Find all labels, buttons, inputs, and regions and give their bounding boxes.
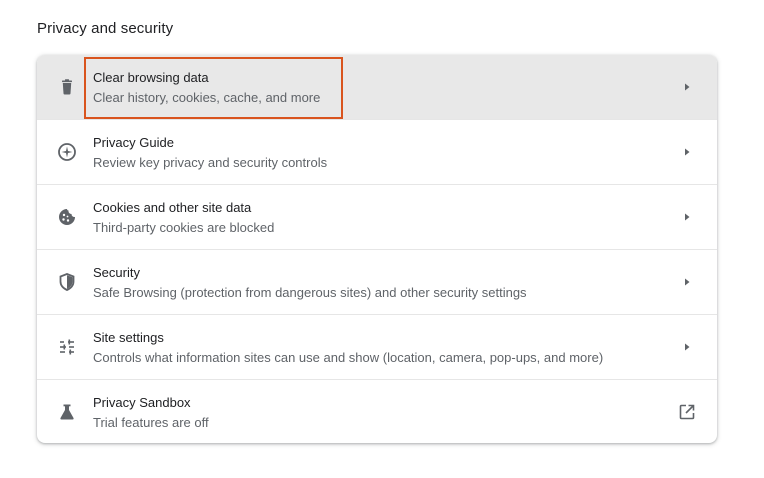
- row-sublabel: Review key privacy and security controls: [93, 155, 328, 170]
- chevron-right-icon: [681, 211, 693, 223]
- compass-icon: [57, 142, 77, 162]
- flask-icon: [57, 402, 77, 422]
- row-privacy-sandbox[interactable]: Privacy Sandbox Trial features are off: [37, 379, 717, 443]
- row-sublabel: Trial features are off: [93, 415, 209, 430]
- row-sublabel: Controls what information sites can use …: [93, 350, 604, 365]
- row-cookies[interactable]: Cookies and other site data Third-party …: [37, 184, 717, 249]
- row-security[interactable]: Security Safe Browsing (protection from …: [37, 249, 717, 314]
- row-label: Cookies and other site data: [93, 200, 252, 215]
- section-title: Privacy and security: [37, 20, 174, 37]
- sliders-icon: [57, 337, 77, 357]
- row-label: Clear browsing data: [93, 70, 209, 85]
- row-sublabel: Third-party cookies are blocked: [93, 220, 275, 235]
- row-label: Security: [93, 265, 140, 280]
- chevron-right-icon: [681, 341, 693, 353]
- shield-icon: [57, 272, 77, 292]
- external-link-icon[interactable]: [678, 403, 696, 421]
- row-label: Privacy Sandbox: [93, 395, 191, 410]
- chevron-right-icon: [681, 81, 693, 93]
- row-privacy-guide[interactable]: Privacy Guide Review key privacy and sec…: [37, 119, 717, 184]
- row-sublabel: Clear history, cookies, cache, and more: [93, 90, 321, 105]
- cookie-icon: [57, 207, 77, 227]
- row-clear-browsing-data[interactable]: Clear browsing data Clear history, cooki…: [37, 55, 717, 119]
- trash-icon: [57, 77, 77, 97]
- settings-page: Privacy and security Clear browsing data…: [0, 0, 764, 478]
- privacy-security-card: Clear browsing data Clear history, cooki…: [37, 55, 717, 443]
- chevron-right-icon: [681, 276, 693, 288]
- row-sublabel: Safe Browsing (protection from dangerous…: [93, 285, 527, 300]
- chevron-right-icon: [681, 146, 693, 158]
- row-label: Site settings: [93, 330, 164, 345]
- row-site-settings[interactable]: Site settings Controls what information …: [37, 314, 717, 379]
- row-label: Privacy Guide: [93, 135, 174, 150]
